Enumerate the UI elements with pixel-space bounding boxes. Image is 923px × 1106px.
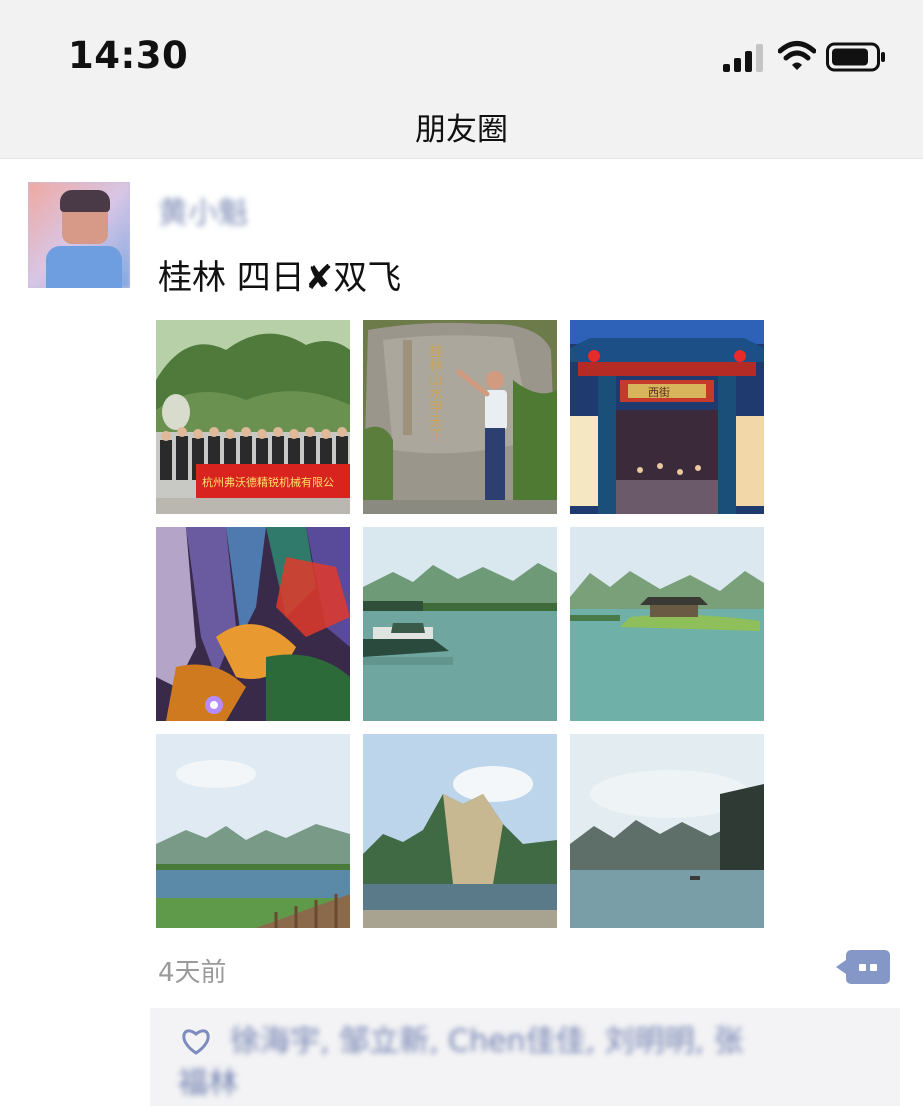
river-boats-photo[interactable] [363,527,557,721]
group-photo-banner[interactable]: 杭州弗沃德精锐机械有限公 [156,320,350,514]
post-text: 桂林 四日✘双飞 [158,258,402,298]
gate-sign: 西街 [648,385,670,399]
heart-icon [182,1029,210,1055]
river-pavilion-photo[interactable] [570,527,764,721]
cave-photo[interactable] [156,527,350,721]
battery-icon [826,42,885,72]
river-mountains-photo[interactable] [570,734,764,928]
author-name[interactable]: 黄小魁 [158,188,248,232]
status-bar: 14:30 [0,0,923,100]
status-time: 14:30 [68,34,189,77]
night-gate-photo[interactable]: 西街 [570,320,764,514]
wifi-icon [778,41,816,70]
signal-icon [723,44,763,72]
photo-grid: 杭州弗沃德精锐机械有限公 桂林山水甲天下 西街 [156,320,766,930]
comment-icon[interactable] [836,950,890,984]
banner-text: 杭州弗沃德精锐机械有限公 [202,475,334,489]
stone-inscription-photo[interactable]: 桂林山水甲天下 [363,320,557,514]
karst-cliff-photo[interactable] [363,734,557,928]
like-names-continued[interactable]: 福林 [178,1064,238,1104]
avatar[interactable] [28,182,130,288]
river-boardwalk-photo[interactable] [156,734,350,928]
likes-panel: 徐海宇, 邹立新, Chen佳佳, 刘明明, 张 福林 [150,1008,900,1106]
post-timestamp: 4天前 [158,958,227,988]
page-title: 朋友圈 [415,112,508,148]
like-names[interactable]: 徐海宇, 邹立新, Chen佳佳, 刘明明, 张 [230,1018,880,1066]
nav-bar: 朋友圈 [0,100,923,159]
inscription-text: 桂林山水甲天下 [427,344,443,442]
